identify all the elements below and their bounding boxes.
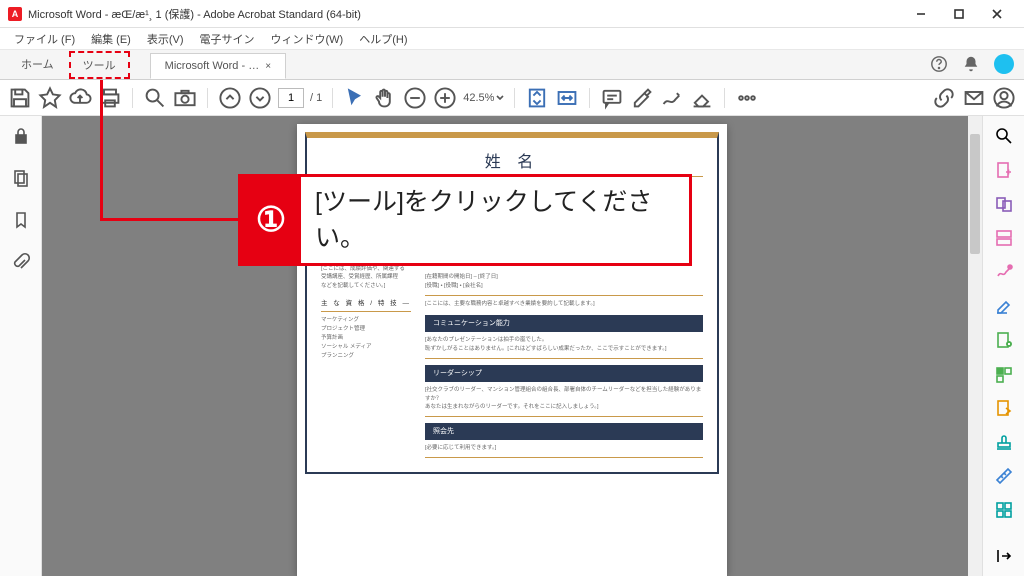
fit-page-icon[interactable] <box>525 86 549 110</box>
tab-home[interactable]: ホーム <box>6 49 69 79</box>
edu-line: 受講講座、受賞経歴、所属課程 <box>321 273 411 282</box>
fit-width-icon[interactable] <box>555 86 579 110</box>
annotation-callout: ① [ツール]をクリックしてください。 <box>238 174 692 266</box>
account-icon[interactable] <box>992 86 1016 110</box>
cloud-upload-icon[interactable] <box>68 86 92 110</box>
section-bar: 照会先 <box>425 423 703 440</box>
menu-help[interactable]: ヘルプ(H) <box>351 31 415 47</box>
body-text: [社交クラブのリーダー、マンション管理組合の組合長、部署自体のチームリーダーなど… <box>425 386 703 404</box>
skill: 予算計画 <box>321 334 411 343</box>
zoom-level[interactable]: 42.5% <box>463 92 504 104</box>
stamp-icon[interactable] <box>994 432 1014 452</box>
tab-document[interactable]: Microsoft Word - … × <box>150 53 286 79</box>
thumbnails-icon[interactable] <box>11 168 31 188</box>
tab-close-icon[interactable]: × <box>265 61 271 72</box>
menu-sign[interactable]: 電子サイン <box>192 31 263 47</box>
exp-line: [在籍期間の開始日] – [終了日] <box>425 273 703 282</box>
mail-icon[interactable] <box>962 86 986 110</box>
pointer-icon[interactable] <box>343 86 367 110</box>
page-number-input[interactable] <box>278 88 304 108</box>
lock-icon[interactable] <box>11 126 31 146</box>
tab-tools[interactable]: ツール <box>69 51 130 79</box>
more-icon[interactable] <box>735 86 759 110</box>
section-bar: リーダーシップ <box>425 365 703 382</box>
window-title: Microsoft Word - æŒ/æ¹¸ 1 (保護) - Adobe A… <box>28 6 361 22</box>
highlight-icon[interactable] <box>630 86 654 110</box>
annotation-number: ① <box>241 177 301 263</box>
more-tools-icon[interactable] <box>994 500 1014 520</box>
draw-icon[interactable] <box>660 86 684 110</box>
save-icon[interactable] <box>8 86 32 110</box>
erase-icon[interactable] <box>690 86 714 110</box>
edu-line: などを記載してください。] <box>321 282 411 291</box>
maximize-button[interactable] <box>940 0 978 28</box>
zoom-in-icon[interactable] <box>433 86 457 110</box>
tabbar: ホーム ツール Microsoft Word - … × <box>0 50 1024 80</box>
organize-icon[interactable] <box>994 364 1014 384</box>
menu-view[interactable]: 表示(V) <box>139 31 192 47</box>
body-text: [あなたのプレゼンテーションは拍手の嵐でした。 <box>425 336 703 345</box>
annotation-text: [ツール]をクリックしてください。 <box>301 178 689 263</box>
menu-file[interactable]: ファイル (F) <box>6 31 83 47</box>
titlebar: A Microsoft Word - æŒ/æ¹¸ 1 (保護) - Adobe… <box>0 0 1024 28</box>
page-total: / 1 <box>310 92 322 104</box>
doc-title: 姓 名 <box>321 148 703 177</box>
skill: ソーシャル メディア <box>321 343 411 352</box>
exp-line: [役職] • [役職] • [会社名] <box>425 282 703 291</box>
bell-icon[interactable] <box>962 55 980 73</box>
menubar: ファイル (F) 編集 (E) 表示(V) 電子サイン ウィンドウ(W) ヘルプ… <box>0 28 1024 50</box>
link-icon[interactable] <box>932 86 956 110</box>
right-rail <box>982 116 1024 576</box>
avatar[interactable] <box>994 54 1014 74</box>
exp-desc: [ここには、主要な職務内容と卓越すべき業績を要約して記載します。] <box>425 300 703 309</box>
section-bar: コミュニケーション能力 <box>425 315 703 332</box>
combine-icon[interactable] <box>994 194 1014 214</box>
hand-icon[interactable] <box>373 86 397 110</box>
bookmark-icon[interactable] <box>11 210 31 230</box>
body-text: 恥ずかしがることはありません。[これはどすばらしい成果だったか、ここで示すことが… <box>425 345 703 354</box>
camera-icon[interactable] <box>173 86 197 110</box>
body-text: あなたは生まれながらのリーダーです。それをここに記入しましょう。] <box>425 403 703 412</box>
collapse-rail-icon[interactable] <box>994 546 1014 566</box>
vertical-scrollbar[interactable] <box>968 116 982 576</box>
menu-window[interactable]: ウィンドウ(W) <box>263 31 352 47</box>
annotation-line <box>100 80 103 220</box>
help-icon[interactable] <box>930 55 948 73</box>
body-text: [必要に応じて利用できます。] <box>425 444 703 453</box>
send-icon[interactable] <box>994 398 1014 418</box>
page-up-icon[interactable] <box>218 86 242 110</box>
skill: マーケティング <box>321 316 411 325</box>
page-down-icon[interactable] <box>248 86 272 110</box>
minimize-button[interactable] <box>902 0 940 28</box>
tab-document-label: Microsoft Word - … <box>165 60 260 72</box>
skills-heading: 主 な 資 格 / 特 技 — <box>321 299 411 312</box>
toolbar: / 1 42.5% <box>0 80 1024 116</box>
create-pdf-icon[interactable] <box>994 160 1014 180</box>
app-icon: A <box>8 7 22 21</box>
annotation-line <box>100 218 240 221</box>
export-pdf-icon[interactable] <box>994 330 1014 350</box>
edit-pdf-icon[interactable] <box>994 228 1014 248</box>
close-window-button[interactable] <box>978 0 1016 28</box>
left-rail <box>0 116 42 576</box>
skill: プランニング <box>321 352 411 361</box>
menu-edit[interactable]: 編集 (E) <box>83 31 139 47</box>
fill-sign-icon[interactable] <box>994 296 1014 316</box>
measure-icon[interactable] <box>994 466 1014 486</box>
sign-icon[interactable] <box>994 262 1014 282</box>
zoom-out-icon[interactable] <box>403 86 427 110</box>
find-icon[interactable] <box>143 86 167 110</box>
scrollbar-thumb[interactable] <box>970 134 980 254</box>
star-icon[interactable] <box>38 86 62 110</box>
attachment-icon[interactable] <box>11 252 31 272</box>
skill: プロジェクト管理 <box>321 325 411 334</box>
search-icon[interactable] <box>994 126 1014 146</box>
comment-icon[interactable] <box>600 86 624 110</box>
